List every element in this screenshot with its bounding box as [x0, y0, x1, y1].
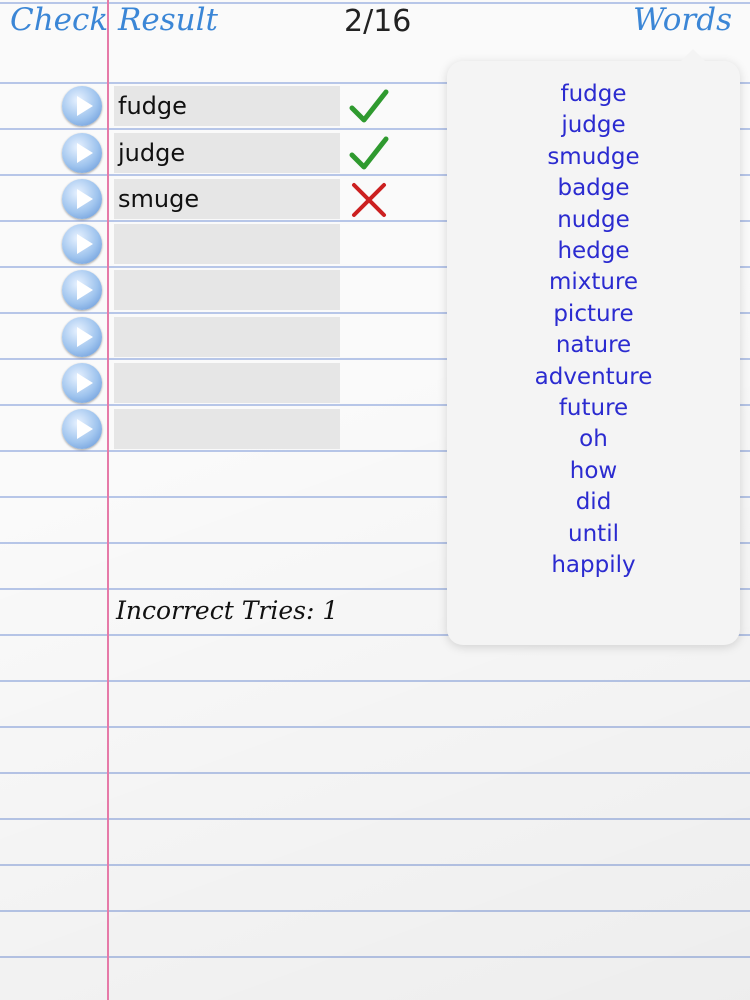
word-list-item[interactable]: until — [447, 519, 740, 550]
play-audio-icon[interactable] — [62, 224, 102, 264]
word-list-item[interactable]: future — [447, 393, 740, 424]
top-bar: Check Result 2/16 Words — [0, 0, 750, 46]
answer-field[interactable] — [114, 409, 340, 449]
word-list-item[interactable]: happily — [447, 550, 740, 581]
answer-row — [62, 315, 512, 357]
incorrect-tries-label: Incorrect Tries: 1 — [116, 596, 339, 625]
answer-row: smuge — [62, 177, 512, 219]
word-list-item[interactable]: nature — [447, 330, 740, 361]
progress-counter: 2/16 — [344, 4, 412, 39]
answer-field[interactable] — [114, 363, 340, 403]
answer-row — [62, 268, 512, 310]
word-list-item[interactable]: picture — [447, 299, 740, 330]
play-audio-icon[interactable] — [62, 133, 102, 173]
answer-field[interactable] — [114, 270, 340, 310]
answer-row: judge — [62, 131, 512, 173]
play-audio-icon[interactable] — [62, 270, 102, 310]
check-result-button[interactable]: Check Result — [10, 2, 218, 38]
play-audio-icon[interactable] — [62, 179, 102, 219]
play-audio-icon[interactable] — [62, 363, 102, 403]
words-button[interactable]: Words — [633, 2, 732, 38]
answer-field[interactable] — [114, 224, 340, 264]
word-list-item[interactable]: oh — [447, 424, 740, 455]
word-list-item[interactable]: nudge — [447, 205, 740, 236]
answer-field[interactable]: smuge — [114, 179, 340, 219]
word-list-item[interactable]: mixture — [447, 267, 740, 298]
word-list-item[interactable]: judge — [447, 110, 740, 141]
answer-field[interactable]: fudge — [114, 86, 340, 126]
answer-row — [62, 222, 512, 264]
word-list-item[interactable]: how — [447, 456, 740, 487]
word-list-item[interactable]: smudge — [447, 142, 740, 173]
word-list-item[interactable]: badge — [447, 173, 740, 204]
answer-row — [62, 407, 512, 449]
play-audio-icon[interactable] — [62, 86, 102, 126]
answer-field[interactable] — [114, 317, 340, 357]
word-list-item[interactable]: adventure — [447, 362, 740, 393]
cross-icon — [346, 177, 392, 223]
word-list-item[interactable]: did — [447, 487, 740, 518]
answer-row: fudge — [62, 84, 512, 126]
word-list-item[interactable]: hedge — [447, 236, 740, 267]
checkmark-icon — [346, 131, 392, 177]
play-audio-icon[interactable] — [62, 317, 102, 357]
answer-row — [62, 361, 512, 403]
play-audio-icon[interactable] — [62, 409, 102, 449]
words-popover: fudge judge smudge badge nudge hedge mixture pi… — [447, 49, 740, 645]
answer-field[interactable]: judge — [114, 133, 340, 173]
word-list-item[interactable]: fudge — [447, 79, 740, 110]
checkmark-icon — [346, 84, 392, 130]
word-list: fudge judge smudge badge nudge hedge mixture pi… — [447, 79, 740, 582]
